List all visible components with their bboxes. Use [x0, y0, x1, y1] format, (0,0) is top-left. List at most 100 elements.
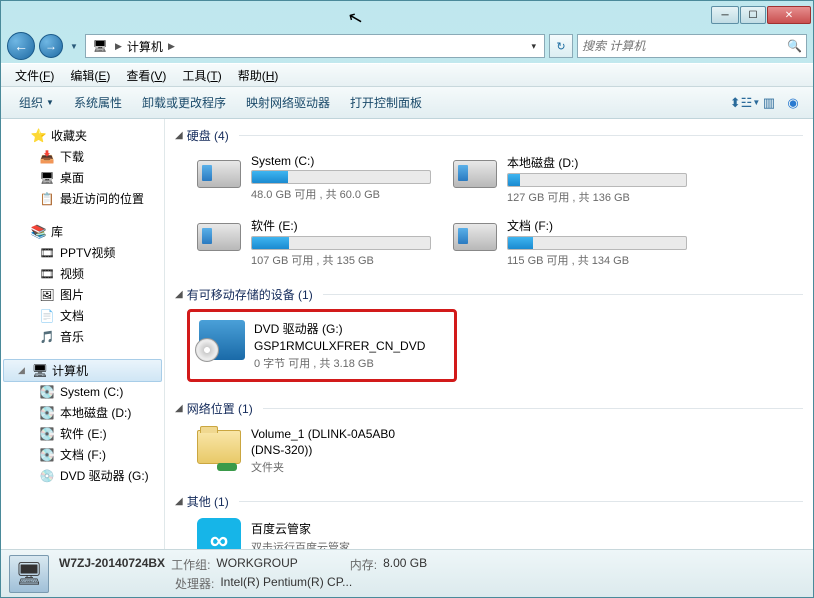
- menubar: 文件(F)编辑(E)查看(V)工具(T)帮助(H): [1, 63, 813, 87]
- app-name: 百度云管家: [251, 520, 443, 537]
- drive-item[interactable]: 文档 (F:) 115 GB 可用 , 共 134 GB: [447, 211, 703, 274]
- drive-icon: 💽: [39, 426, 55, 442]
- library-icon: 📚: [31, 224, 47, 240]
- breadcrumb-sep[interactable]: ▶: [165, 41, 178, 52]
- sidebar-item-drive-e[interactable]: 💽软件 (E:): [1, 423, 164, 444]
- hdd-icon: [453, 223, 497, 251]
- netloc-name: Volume_1 (DLINK-0A5AB0: [251, 427, 443, 441]
- sidebar-item-videos[interactable]: 🎞视频: [1, 263, 164, 284]
- details-pane: 🖥 W7ZJ-20140724BX 工作组: WORKGROUP 内存: 8.0…: [1, 549, 813, 597]
- category-other[interactable]: ◢其他 (1): [173, 489, 805, 514]
- drive-item[interactable]: 本地磁盘 (D:)127 GB 可用 , 共 136 GB: [447, 148, 703, 211]
- menu-e[interactable]: 编辑(E): [62, 65, 118, 86]
- drive-item[interactable]: 软件 (E:) 107 GB 可用 , 共 135 GB: [191, 211, 447, 274]
- toolbar-sys-props[interactable]: 系统属性: [64, 90, 132, 115]
- menu-t[interactable]: 工具(T): [174, 65, 229, 86]
- explorer-window: ─ ☐ ✕ ← → ▼ 🖥 ▶ 计算机 ▶ ▾ ↻ 🔍 文件(F)编辑(E)查看…: [0, 0, 814, 598]
- help-button[interactable]: ◉: [781, 93, 805, 113]
- drive-icon: 💽: [39, 384, 55, 400]
- address-dropdown[interactable]: ▾: [525, 41, 542, 52]
- sidebar-item-documents[interactable]: 📄文档: [1, 305, 164, 326]
- toolbar-uninstall[interactable]: 卸载或更改程序: [132, 90, 236, 115]
- close-button[interactable]: ✕: [767, 6, 811, 24]
- desktop-icon: 🖥: [39, 170, 55, 186]
- status-workgroup: WORKGROUP: [216, 556, 297, 573]
- minimize-button[interactable]: ─: [711, 6, 739, 24]
- drive-name: 文档 (F:): [507, 217, 699, 234]
- drive-icon: 💽: [39, 405, 55, 421]
- drive-icon: 💽: [39, 447, 55, 463]
- category-hdd[interactable]: ◢硬盘 (4): [173, 123, 805, 148]
- sidebar-libraries[interactable]: 📚库: [1, 221, 164, 242]
- dvd-icon: 💿: [39, 468, 55, 484]
- toolbar-control-panel[interactable]: 打开控制面板: [340, 90, 432, 115]
- highlight-box: DVD 驱动器 (G:) GSP1RMCULXFRER_CN_DVD 0 字节 …: [187, 309, 457, 382]
- address-bar[interactable]: 🖥 ▶ 计算机 ▶ ▾: [85, 34, 545, 58]
- nav-toolbar: ← → ▼ 🖥 ▶ 计算机 ▶ ▾ ↻ 🔍: [1, 29, 813, 63]
- computer-large-icon: 🖥: [9, 555, 49, 593]
- menu-h[interactable]: 帮助(H): [230, 65, 287, 86]
- network-location[interactable]: Volume_1 (DLINK-0A5AB0 (DNS-320)) 文件夹: [191, 421, 447, 481]
- capacity-bar: [251, 170, 431, 184]
- sidebar-item-recent[interactable]: 📋最近访问的位置: [1, 188, 164, 209]
- sidebar-favorites[interactable]: ⭐收藏夹: [1, 125, 164, 146]
- breadcrumb-item[interactable]: 计算机: [125, 38, 165, 55]
- status-cpu-label: 处理器:: [175, 575, 214, 592]
- drive-name: 软件 (E:): [251, 217, 443, 234]
- category-network[interactable]: ◢网络位置 (1): [173, 396, 805, 421]
- refresh-button[interactable]: ↻: [549, 34, 573, 58]
- drive-capacity: 115 GB 可用 , 共 134 GB: [507, 252, 699, 268]
- menu-v[interactable]: 查看(V): [118, 65, 174, 86]
- sidebar-computer[interactable]: ◢🖥计算机: [3, 359, 162, 382]
- search-icon: 🔍: [787, 39, 802, 53]
- sidebar-item-drive-f[interactable]: 💽文档 (F:): [1, 444, 164, 465]
- document-icon: 📄: [39, 308, 55, 324]
- drive-capacity: 107 GB 可用 , 共 135 GB: [251, 252, 443, 268]
- drive-name: 本地磁盘 (D:): [507, 154, 699, 171]
- sidebar-item-drive-c[interactable]: 💽System (C:): [1, 382, 164, 402]
- maximize-button[interactable]: ☐: [740, 6, 766, 24]
- download-icon: 📥: [39, 149, 55, 165]
- organize-menu[interactable]: 组织▼: [9, 90, 64, 115]
- sidebar-item-desktop[interactable]: 🖥桌面: [1, 167, 164, 188]
- status-computer-name: W7ZJ-20140724BX: [59, 556, 165, 573]
- sidebar-item-drive-g[interactable]: 💿DVD 驱动器 (G:): [1, 465, 164, 486]
- recent-icon: 📋: [39, 191, 55, 207]
- sidebar-item-pictures[interactable]: 🖼图片: [1, 284, 164, 305]
- app-desc: 双击运行百度云管家: [251, 539, 443, 549]
- sidebar-item-music[interactable]: 🎵音乐: [1, 326, 164, 347]
- drive-dvd-g[interactable]: DVD 驱动器 (G:) GSP1RMCULXFRER_CN_DVD 0 字节 …: [194, 314, 450, 377]
- forward-button[interactable]: →: [39, 34, 63, 58]
- status-mem-label: 内存:: [350, 556, 377, 573]
- sidebar-item-downloads[interactable]: 📥下载: [1, 146, 164, 167]
- search-input[interactable]: [582, 39, 787, 53]
- dvd-drive-icon: [199, 320, 245, 360]
- titlebar: ─ ☐ ✕: [1, 1, 813, 29]
- view-mode-button[interactable]: ⬍☳ ▼: [733, 93, 757, 113]
- back-button[interactable]: ←: [7, 32, 35, 60]
- other-app-item[interactable]: ∞ 百度云管家 双击运行百度云管家: [191, 514, 447, 549]
- command-bar: 组织▼ 系统属性 卸载或更改程序 映射网络驱动器 打开控制面板 ⬍☳ ▼ ▥ ◉: [1, 87, 813, 119]
- picture-icon: 🖼: [39, 287, 55, 303]
- breadcrumb-sep[interactable]: ▶: [112, 41, 125, 52]
- netloc-type: 文件夹: [251, 459, 443, 475]
- search-box[interactable]: 🔍: [577, 34, 807, 58]
- category-removable[interactable]: ◢有可移动存储的设备 (1): [173, 282, 805, 307]
- computer-icon: 🖥: [92, 38, 108, 54]
- music-icon: 🎵: [39, 329, 55, 345]
- network-folder-icon: [197, 430, 241, 464]
- status-cpu: Intel(R) Pentium(R) CP...: [220, 575, 352, 592]
- content-pane: ◢硬盘 (4) System (C:)48.0 GB 可用 , 共 60.0 G…: [165, 119, 813, 549]
- drive-item[interactable]: System (C:)48.0 GB 可用 , 共 60.0 GB: [191, 148, 447, 211]
- toolbar-map-drive[interactable]: 映射网络驱动器: [236, 90, 340, 115]
- nav-pane: ⭐收藏夹 📥下载 🖥桌面 📋最近访问的位置 📚库 🎞PPTV视频 🎞视频 🖼图片…: [1, 119, 165, 549]
- history-dropdown[interactable]: ▼: [67, 35, 81, 57]
- video-icon: 🎞: [39, 245, 55, 261]
- menu-f[interactable]: 文件(F): [7, 65, 62, 86]
- sidebar-item-pptv[interactable]: 🎞PPTV视频: [1, 242, 164, 263]
- capacity-bar: [507, 173, 687, 187]
- drive-name: DVD 驱动器 (G:): [254, 320, 446, 337]
- preview-pane-button[interactable]: ▥: [757, 93, 781, 113]
- sidebar-item-drive-d[interactable]: 💽本地磁盘 (D:): [1, 402, 164, 423]
- hdd-icon: [197, 223, 241, 251]
